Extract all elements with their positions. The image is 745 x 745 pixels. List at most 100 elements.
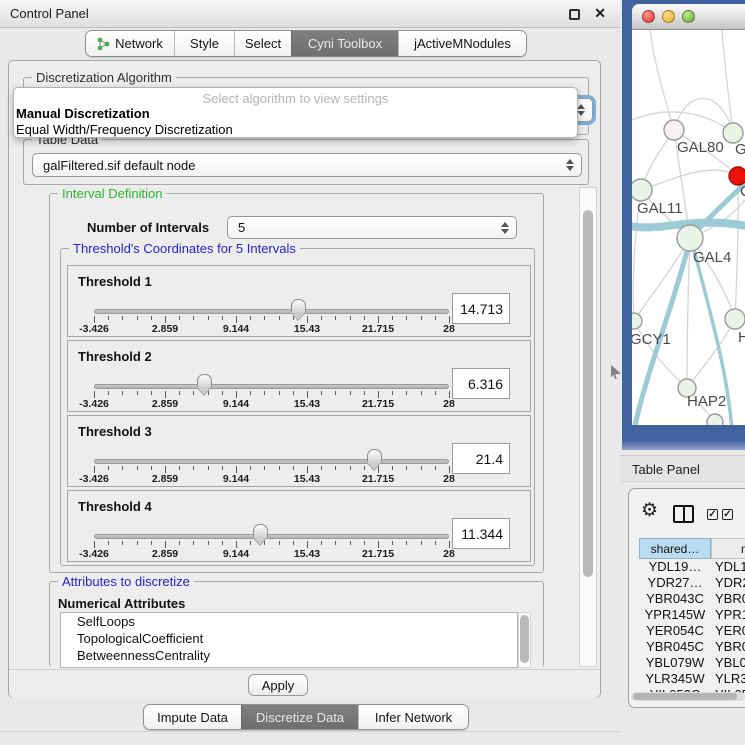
cell-name[interactable]: YER054C	[711, 623, 745, 639]
table-row[interactable]: YBL079WYBL079W	[639, 655, 745, 671]
cell-name[interactable]: YDR27…	[711, 575, 745, 591]
numerical-attributes-list[interactable]: SelfLoopsTopologicalCoefficientBetweenne…	[60, 612, 518, 668]
threshold-slider-track[interactable]	[94, 384, 449, 389]
tab-cyni-toolbox[interactable]: Cyni Toolbox	[291, 31, 398, 56]
cell-shared-name[interactable]: YDL19…	[639, 559, 711, 575]
tab-impute-data[interactable]: Impute Data	[144, 705, 241, 729]
node-label: GCY1	[632, 331, 671, 348]
table-row[interactable]: YLR345WYLR345W	[639, 671, 745, 687]
tab-label: Select	[245, 36, 281, 51]
table-row[interactable]: YDR27…YDR27…	[639, 575, 745, 591]
tick-label: 15.43	[294, 323, 320, 335]
cell-shared-name[interactable]: YPR145W	[639, 607, 711, 623]
tick-mark	[250, 541, 251, 545]
checkbox-icon[interactable]: ✓	[722, 509, 733, 520]
tick-label: 15.43	[294, 398, 320, 410]
checkbox-icon[interactable]: ✓	[707, 509, 718, 520]
table-body[interactable]: YDL19…YDL19…YDR27…YDR27…YBR043CYBR043CYP…	[639, 559, 745, 693]
tick-mark	[293, 541, 294, 545]
attributes-list-scrollbar[interactable]	[518, 612, 531, 668]
attribute-list-item[interactable]: BetweennessCentrality	[61, 647, 517, 664]
threshold-slider-thumb[interactable]	[253, 524, 268, 537]
tick-mark	[307, 391, 308, 398]
threshold-slider-thumb[interactable]	[197, 374, 212, 387]
node-gal4[interactable]	[677, 225, 703, 251]
cell-name[interactable]: YDL19…	[711, 559, 745, 575]
threshold-value-field[interactable]: 6.316	[452, 368, 510, 399]
threshold-value-field[interactable]: 21.4	[452, 443, 510, 474]
tick-label: 2.859	[152, 473, 178, 485]
tick-mark	[392, 391, 393, 395]
scrollbar-thumb[interactable]	[520, 615, 529, 663]
scrollbar-thumb[interactable]	[633, 693, 737, 700]
cell-shared-name[interactable]: YER054C	[639, 623, 711, 639]
threshold-value-field[interactable]: 11.344	[452, 518, 510, 549]
threshold-value-field[interactable]: 14.713	[452, 293, 510, 324]
node-partial[interactable]	[707, 414, 723, 425]
table-horizontal-scrollbar[interactable]	[631, 692, 745, 701]
scrollbar-thumb[interactable]	[583, 210, 593, 577]
cell-name[interactable]: YBR043C	[711, 591, 745, 607]
cell-shared-name[interactable]: YBR045C	[639, 639, 711, 655]
node-h[interactable]	[725, 309, 745, 329]
tick-mark	[392, 466, 393, 470]
column-header-shared-name[interactable]: shared…	[639, 538, 711, 559]
node-gcy1[interactable]	[632, 313, 642, 329]
zoom-traffic-light-icon[interactable]	[682, 10, 695, 23]
cell-name[interactable]: YBL079W	[711, 655, 745, 671]
tick-label: -3.426	[79, 398, 109, 410]
window-float-icon[interactable]	[569, 9, 580, 20]
tick-mark	[94, 541, 95, 548]
apply-button[interactable]: Apply	[248, 674, 308, 696]
threshold-slider-thumb[interactable]	[367, 449, 382, 462]
node-gal80[interactable]	[664, 120, 684, 140]
tab-infer-network[interactable]: Infer Network	[358, 705, 468, 729]
tick-mark	[137, 466, 138, 470]
tab-style[interactable]: Style	[174, 31, 234, 56]
cell-shared-name[interactable]: YDR27…	[639, 575, 711, 591]
gear-icon[interactable]: ⚙	[641, 501, 658, 521]
tick-mark	[208, 316, 209, 320]
cell-name[interactable]: YPR145W	[711, 607, 745, 623]
attribute-list-item[interactable]: TopologicalCoefficient	[61, 630, 517, 647]
panel-vertical-scrollbar[interactable]	[579, 187, 597, 667]
cell-shared-name[interactable]: YBR043C	[639, 591, 711, 607]
tab-label: Impute Data	[157, 710, 228, 725]
close-traffic-light-icon[interactable]	[642, 10, 655, 23]
table-row[interactable]: YER054CYER054C	[639, 623, 745, 639]
network-window-titlebar[interactable]	[632, 4, 745, 30]
table-row[interactable]: YDL19…YDL19…	[639, 559, 745, 575]
minimize-traffic-light-icon[interactable]	[662, 10, 675, 23]
table-row[interactable]: YBR045CYBR045C	[639, 639, 745, 655]
split-columns-icon[interactable]	[673, 505, 694, 523]
table-row[interactable]: YPR145WYPR145W	[639, 607, 745, 623]
attribute-list-item[interactable]: SelfLoops	[61, 613, 517, 630]
table-row[interactable]: YBR043CYBR043C	[639, 591, 745, 607]
cell-name[interactable]: YBR045C	[711, 639, 745, 655]
number-of-intervals-combobox[interactable]: 5	[227, 216, 517, 239]
tab-discretize-data[interactable]: Discretize Data	[241, 705, 358, 729]
dropdown-item-manual-discretization[interactable]: Manual Discretization	[16, 106, 150, 121]
threshold-slider-track[interactable]	[94, 534, 449, 539]
cell-shared-name[interactable]: YLR345W	[639, 671, 711, 687]
tick-mark	[108, 541, 109, 545]
threshold-slider-thumb[interactable]	[291, 299, 306, 312]
tick-label: 28	[443, 398, 455, 410]
tab-select[interactable]: Select	[234, 31, 291, 56]
threshold-slider-track[interactable]	[94, 459, 449, 464]
cell-name[interactable]: YLR345W	[711, 671, 745, 687]
dropdown-item-equal-width-frequency[interactable]: Equal Width/Frequency Discretization	[16, 122, 233, 137]
cell-shared-name[interactable]: YBL079W	[639, 655, 711, 671]
tab-jactivemnodules[interactable]: jActiveMNodules	[398, 31, 526, 56]
tick-mark	[421, 541, 422, 545]
node-label: GA	[735, 141, 745, 158]
threshold-slider-track[interactable]	[94, 309, 449, 314]
node-ga[interactable]	[723, 123, 743, 143]
network-canvas[interactable]: GAL80 GA C GAL11 GAL4 GCY1 H HAP2	[632, 30, 745, 425]
node-gal11[interactable]	[632, 179, 652, 201]
table-data-combobox[interactable]: galFiltered.sif default node	[32, 153, 582, 177]
tab-network[interactable]: Network	[86, 31, 174, 56]
tick-mark	[449, 316, 450, 323]
column-header-name[interactable]: name	[711, 538, 745, 559]
close-icon[interactable]: ✕	[594, 5, 606, 22]
